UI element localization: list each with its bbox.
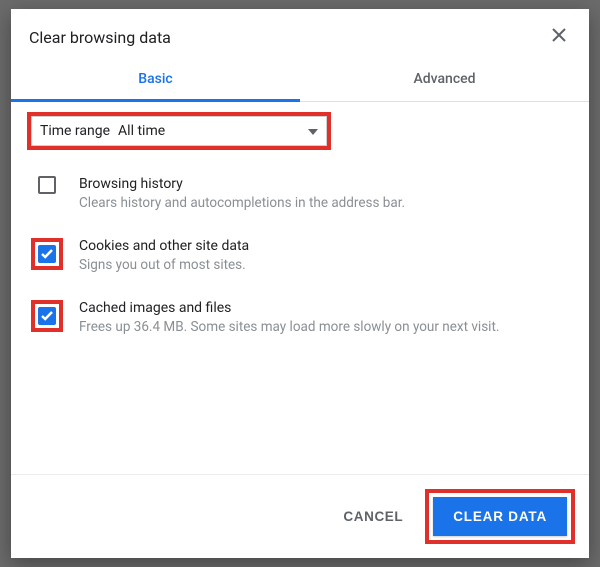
checkbox-wrap — [33, 238, 61, 270]
option-title: Browsing history — [79, 176, 573, 192]
time-range-row: Time range All time — [31, 116, 327, 146]
option-text: Browsing history Clears history and auto… — [79, 176, 573, 212]
highlight-clear-data: CLEAR DATA — [425, 489, 575, 544]
clear-browsing-data-dialog: Clear browsing data Basic Advanced Time … — [11, 9, 589, 558]
highlight-checkbox-cookies — [31, 238, 63, 270]
checkbox-wrap — [33, 176, 61, 194]
option-text: Cookies and other site data Signs you ou… — [79, 238, 573, 274]
option-text: Cached images and files Frees up 36.4 MB… — [79, 300, 573, 336]
highlight-checkbox-cache — [31, 300, 63, 332]
tab-advanced-label: Advanced — [413, 71, 475, 87]
dialog-footer: CANCEL CLEAR DATA — [11, 474, 589, 558]
time-range-label: Time range — [40, 123, 110, 139]
tab-basic-label: Basic — [138, 71, 172, 87]
option-desc: Signs you out of most sites. — [79, 256, 573, 274]
clear-data-button[interactable]: CLEAR DATA — [433, 497, 567, 536]
tab-basic[interactable]: Basic — [11, 59, 300, 101]
checkbox-cookies[interactable] — [38, 245, 56, 263]
cancel-button[interactable]: CANCEL — [329, 499, 417, 534]
tab-bar: Basic Advanced — [11, 59, 589, 102]
time-range-select[interactable]: All time — [118, 123, 318, 139]
option-title: Cached images and files — [79, 300, 573, 316]
dialog-header: Clear browsing data — [11, 9, 589, 59]
checkbox-browsing-history[interactable] — [38, 176, 56, 194]
time-range-value: All time — [118, 123, 165, 139]
dialog-title: Clear browsing data — [29, 28, 171, 47]
dialog-body: Time range All time Browsing history Cle… — [11, 102, 589, 474]
close-icon[interactable] — [547, 23, 571, 51]
checkbox-cache[interactable] — [38, 307, 56, 325]
option-desc: Frees up 36.4 MB. Some sites may load mo… — [79, 318, 573, 336]
checkbox-wrap — [33, 300, 61, 332]
highlight-time-range: Time range All time — [27, 112, 331, 150]
tab-advanced[interactable]: Advanced — [300, 59, 589, 101]
option-title: Cookies and other site data — [79, 238, 573, 254]
option-desc: Clears history and autocompletions in th… — [79, 194, 573, 212]
option-cookies: Cookies and other site data Signs you ou… — [27, 230, 573, 292]
option-cache: Cached images and files Frees up 36.4 MB… — [27, 292, 573, 354]
option-browsing-history: Browsing history Clears history and auto… — [27, 168, 573, 230]
chevron-down-icon — [308, 123, 318, 139]
